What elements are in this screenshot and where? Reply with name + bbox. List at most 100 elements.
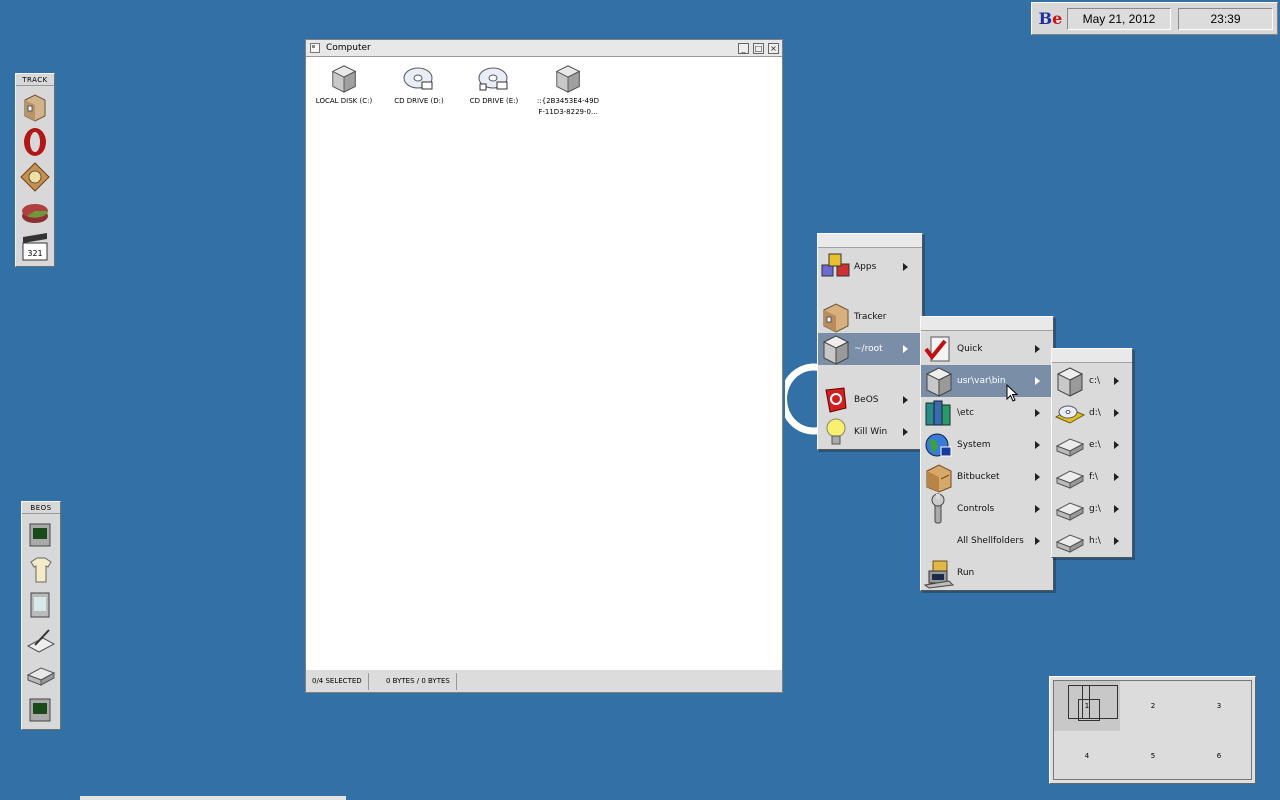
- menu-item-system[interactable]: System: [921, 429, 1053, 461]
- workspace-4[interactable]: 4: [1054, 731, 1120, 781]
- submenu-arrow-icon: [1114, 441, 1119, 449]
- menu-item-quick[interactable]: Quick: [921, 333, 1053, 365]
- window-title: Computer: [326, 43, 371, 53]
- hard-disk-icon: [331, 65, 357, 93]
- workspace-3[interactable]: 3: [1186, 681, 1252, 731]
- workspace-5[interactable]: 5: [1120, 731, 1186, 781]
- menu-item-all-shellfolders[interactable]: All Shellfolders: [921, 525, 1053, 557]
- globe-icon: [925, 433, 952, 457]
- menu-item-kill-win[interactable]: Kill Win: [818, 416, 922, 448]
- window-close-button[interactable]: [310, 43, 320, 53]
- root-submenu: Quick usr\var\bin \etc System Bitbucket …: [920, 316, 1054, 591]
- menu-item-drive-h[interactable]: h:\: [1052, 525, 1132, 557]
- books-icon: [925, 400, 951, 426]
- disk-icon: [1056, 367, 1084, 397]
- submenu-arrow-icon: [1035, 409, 1040, 417]
- drive-icon[interactable]: [25, 659, 57, 691]
- menu-item-apps[interactable]: Apps: [818, 251, 922, 283]
- submenu-arrow-icon: [1114, 473, 1119, 481]
- menu-item-etc[interactable]: \etc: [921, 397, 1053, 429]
- workspace-2[interactable]: 2: [1120, 681, 1186, 731]
- tracker-icon[interactable]: [19, 91, 51, 123]
- computer-window: Computer _ □ × LOCAL DISK (C:) CD DRIVE …: [305, 39, 783, 693]
- submenu-arrow-icon: [903, 263, 908, 271]
- svg-text:321: 321: [27, 249, 42, 258]
- bytes-count: 0 BYTES / 0 BYTES: [380, 673, 457, 690]
- submenu-arrow-icon: [1035, 377, 1040, 385]
- submenu-arrow-icon: [903, 428, 908, 436]
- submenu-arrow-icon: [1114, 537, 1119, 545]
- beos-dock-title: BEOS: [22, 502, 60, 514]
- window-thumbnail: [1078, 699, 1100, 721]
- drive-icon: [1055, 534, 1085, 553]
- drive-icon: [1055, 438, 1085, 457]
- tracker-icon: [823, 303, 849, 333]
- deskbar: Be May 21, 2012 23:39: [1031, 2, 1278, 35]
- submenu-arrow-icon: [1035, 473, 1040, 481]
- main-menu: Apps Tracker ~/root BeOS Kill Win: [817, 233, 923, 450]
- menu-item-beos[interactable]: BeOS: [818, 384, 922, 416]
- submenu-arrow-icon: [1114, 377, 1119, 385]
- clock-display[interactable]: 23:39: [1178, 8, 1273, 30]
- be-menu-logo[interactable]: Be: [1037, 8, 1064, 30]
- opera-icon[interactable]: [19, 126, 51, 158]
- root-disk-icon: [822, 335, 850, 365]
- menu-item-bitbucket[interactable]: Bitbucket: [921, 461, 1053, 493]
- submenu-arrow-icon: [903, 396, 908, 404]
- close-button[interactable]: ×: [768, 43, 779, 54]
- date-display[interactable]: May 21, 2012: [1067, 8, 1171, 30]
- drawing-icon[interactable]: [25, 624, 57, 656]
- menu-item-drive-f[interactable]: f:\: [1052, 461, 1132, 493]
- menu-item-drive-d[interactable]: d:\: [1052, 397, 1132, 429]
- track-dock: TRACK 321: [15, 73, 55, 267]
- clapper-icon[interactable]: 321: [19, 231, 51, 263]
- tshirt-icon[interactable]: [25, 554, 57, 586]
- bottom-panel-edge: [80, 796, 346, 800]
- window-titlebar[interactable]: Computer _ □ ×: [306, 40, 782, 57]
- bitbucket-icon: [926, 464, 952, 493]
- submenu-arrow-icon: [903, 345, 908, 353]
- menu-item-tracker[interactable]: Tracker: [818, 301, 922, 333]
- cd-icon: [1054, 405, 1086, 424]
- drive-local-disk-c[interactable]: LOCAL DISK (C:): [304, 62, 384, 107]
- menu-item-drive-c[interactable]: c:\: [1052, 365, 1132, 397]
- submenu-arrow-icon: [1035, 505, 1040, 513]
- workspace-1[interactable]: 1: [1054, 681, 1120, 731]
- cd-drive-icon: [403, 67, 433, 90]
- screen-icon[interactable]: [25, 589, 57, 621]
- drive-icon: [1055, 502, 1085, 521]
- disk-pie-icon[interactable]: [19, 196, 51, 228]
- checklist-icon: [924, 336, 950, 362]
- menu-item-usr-var-bin[interactable]: usr\var\bin: [921, 365, 1053, 397]
- workspaces-panel: 1 2 3 4 5 6: [1049, 676, 1256, 784]
- disk-icon: [925, 367, 953, 397]
- beos-dock: BEOS: [21, 501, 61, 730]
- menu-item-drive-e[interactable]: e:\: [1052, 429, 1132, 461]
- terminal-icon[interactable]: [25, 519, 57, 551]
- drive-cd-d[interactable]: CD DRIVE (D:): [379, 62, 459, 107]
- menu-item-run[interactable]: Run: [921, 557, 1053, 589]
- drive-guid[interactable]: ::{2B3453E4-49D F-11D3-8229-0...: [528, 62, 608, 118]
- submenu-arrow-icon: [1114, 505, 1119, 513]
- maximize-button[interactable]: □: [753, 43, 764, 54]
- apps-icon: [821, 253, 850, 277]
- drive-cd-e[interactable]: CD DRIVE (E:): [454, 62, 534, 107]
- lightbulb-icon: [826, 418, 846, 445]
- run-icon: [923, 560, 955, 589]
- cd-drive-icon: [478, 67, 508, 91]
- minimize-button[interactable]: _: [738, 43, 749, 54]
- submenu-arrow-icon: [1035, 537, 1040, 545]
- workspace-6[interactable]: 6: [1186, 731, 1252, 781]
- beos-icon: [825, 387, 847, 413]
- settings-icon[interactable]: [19, 161, 51, 193]
- menu-item-drive-g[interactable]: g:\: [1052, 493, 1132, 525]
- submenu-arrow-icon: [1035, 441, 1040, 449]
- menu-item-controls[interactable]: Controls: [921, 493, 1053, 525]
- window-statusbar: 0/4 SELECTED 0 BYTES / 0 BYTES: [306, 669, 782, 692]
- monitor-icon[interactable]: [25, 694, 57, 726]
- drives-submenu: c:\ d:\ e:\ f:\ g:\ h:\: [1051, 348, 1133, 558]
- submenu-arrow-icon: [1035, 345, 1040, 353]
- menu-item-root[interactable]: ~/root: [818, 333, 922, 365]
- track-dock-title: TRACK: [16, 74, 54, 86]
- wrench-icon: [931, 493, 945, 524]
